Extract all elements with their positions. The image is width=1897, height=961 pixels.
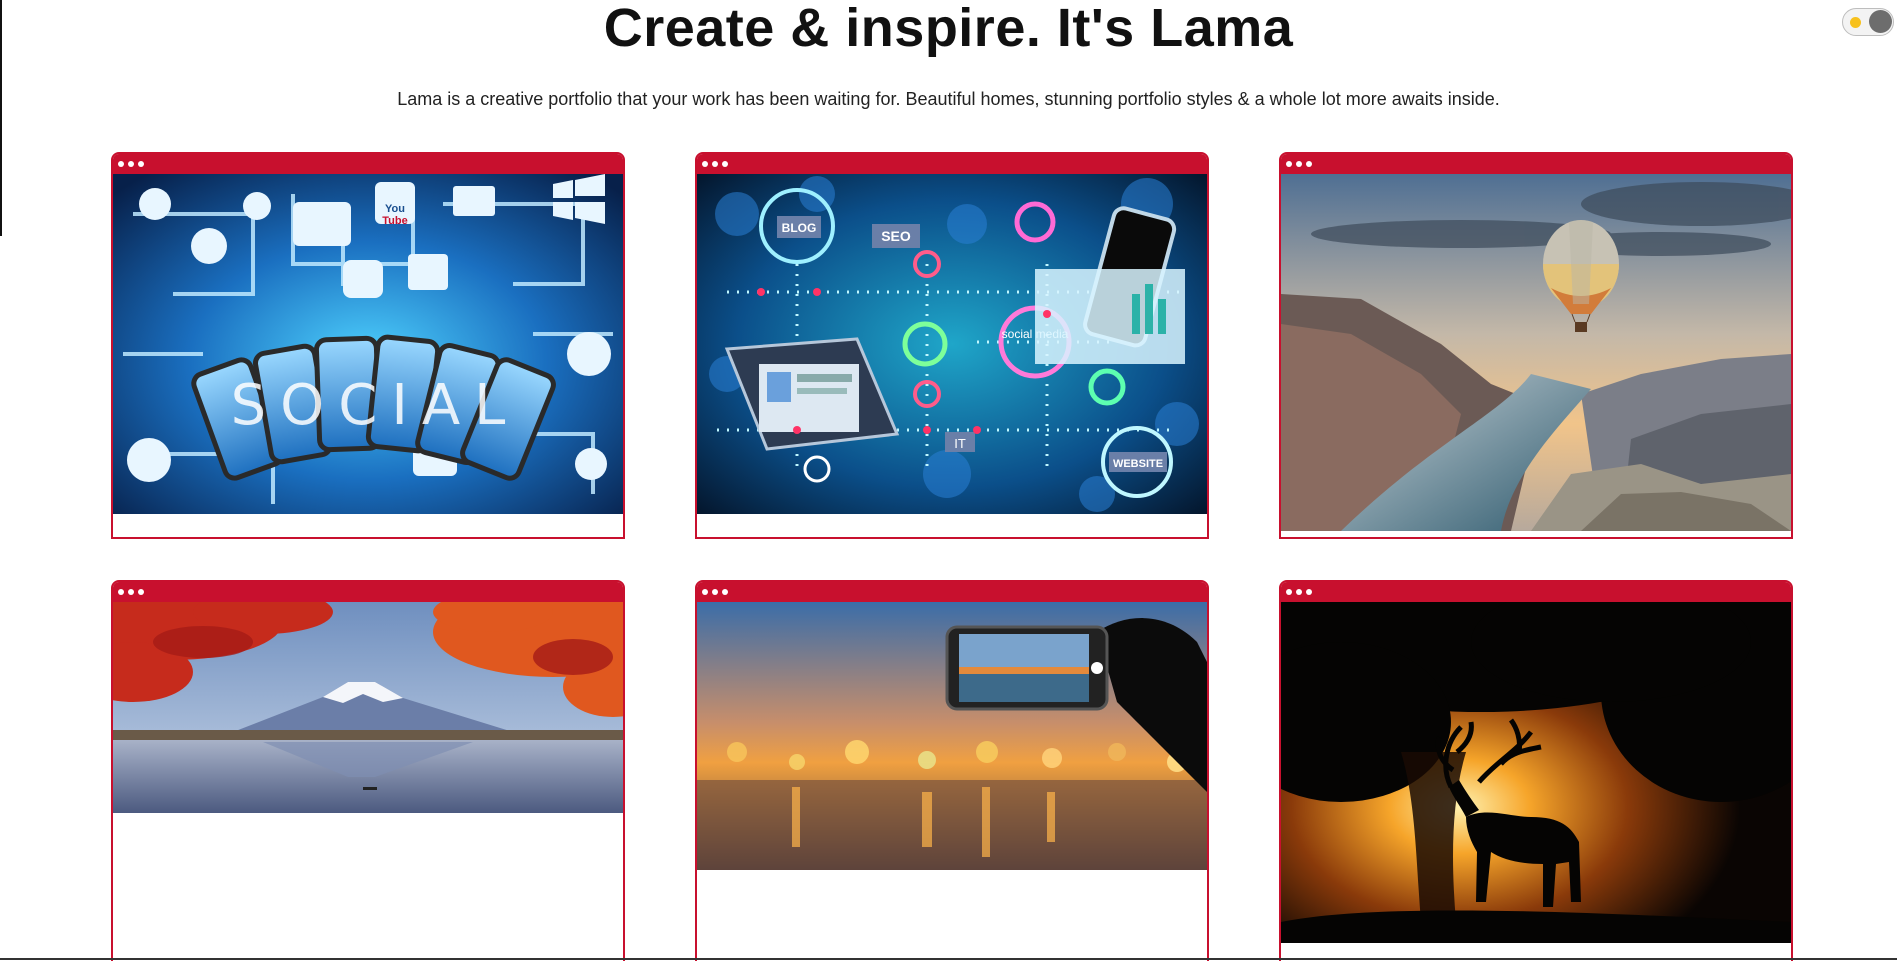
window-dot-icon <box>1306 161 1312 167</box>
project-image <box>113 602 623 813</box>
browser-bar <box>113 582 623 602</box>
toggle-knob <box>1869 10 1892 33</box>
window-dot-icon <box>128 589 134 595</box>
phone-photographing-sunset-image <box>697 602 1207 870</box>
browser-bar <box>1281 154 1791 174</box>
browser-bar <box>697 154 1207 174</box>
window-dot-icon <box>128 161 134 167</box>
window-dot-icon <box>722 589 728 595</box>
window-dot-icon <box>1296 161 1302 167</box>
window-dot-icon <box>138 589 144 595</box>
youtube-label: Tube <box>382 215 407 227</box>
project-card-marketing[interactable]: BLOG SEO social media <box>695 152 1209 539</box>
browser-bar <box>1281 582 1791 602</box>
project-card-phone-sunset[interactable] <box>695 580 1209 961</box>
deer-silhouette-sunset-image <box>1281 602 1791 943</box>
project-card-deer[interactable] <box>1279 580 1793 961</box>
window-dot-icon <box>702 161 708 167</box>
project-image <box>1281 174 1791 531</box>
page-subtitle: Lama is a creative portfolio that your w… <box>397 89 1500 109</box>
digital-marketing-network-image: BLOG SEO social media <box>697 174 1207 514</box>
project-card-social[interactable]: You Tube SOCIAL <box>111 152 625 539</box>
window-dot-icon <box>712 161 718 167</box>
window-dot-icon <box>118 161 124 167</box>
window-dot-icon <box>1306 589 1312 595</box>
social-media-phones-image: You Tube SOCIAL <box>113 174 623 514</box>
project-card-fuji[interactable] <box>111 580 625 961</box>
project-image: You Tube SOCIAL <box>113 174 623 514</box>
youtube-label: You <box>385 203 405 215</box>
seo-label: SEO <box>881 228 911 244</box>
project-image <box>697 602 1207 870</box>
mount-fuji-autumn-image <box>113 602 623 813</box>
project-image <box>1281 602 1791 943</box>
blog-label: BLOG <box>782 221 817 235</box>
window-dot-icon <box>1296 589 1302 595</box>
project-card-balloon[interactable] <box>1279 152 1793 539</box>
website-label: WEBSITE <box>1113 458 1163 470</box>
portfolio-page: Create & inspire. It's Lama Lama is a cr… <box>0 0 1897 961</box>
window-dot-icon <box>118 589 124 595</box>
browser-bar <box>697 582 1207 602</box>
sun-icon <box>1850 17 1861 28</box>
window-dot-icon <box>1286 589 1292 595</box>
hot-air-balloon-canyon-image <box>1281 174 1791 531</box>
it-label: IT <box>954 436 966 451</box>
window-dot-icon <box>702 589 708 595</box>
window-dot-icon <box>722 161 728 167</box>
window-dot-icon <box>138 161 144 167</box>
social-word: SOCIAL <box>231 373 520 438</box>
theme-toggle[interactable] <box>1842 8 1894 36</box>
bottom-edge-line <box>0 958 1897 960</box>
window-dot-icon <box>712 589 718 595</box>
window-dot-icon <box>1286 161 1292 167</box>
page-title: Create & inspire. It's Lama <box>603 0 1294 58</box>
project-image: BLOG SEO social media <box>697 174 1207 514</box>
browser-bar <box>113 154 623 174</box>
